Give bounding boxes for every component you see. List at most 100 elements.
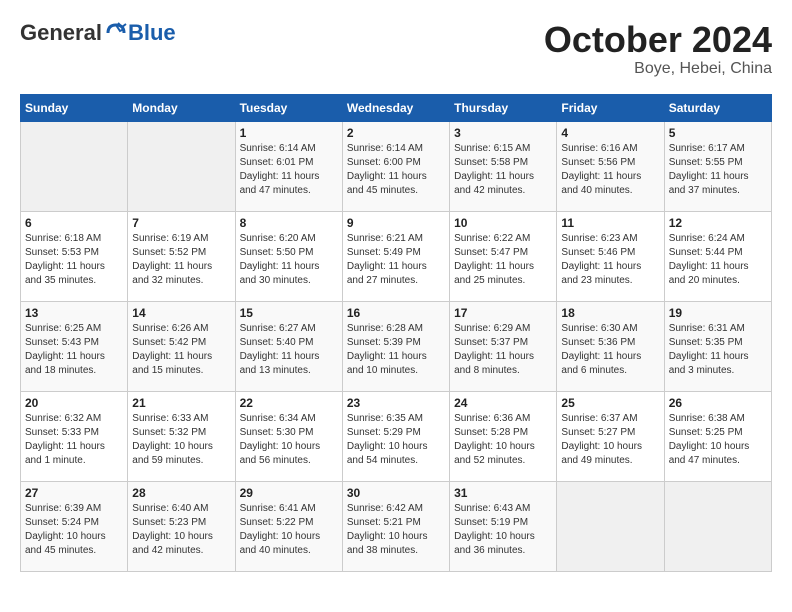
day-info: Sunrise: 6:38 AMSunset: 5:25 PMDaylight:…: [669, 412, 767, 468]
day-number: 23: [347, 396, 445, 410]
calendar-cell: 14 Sunrise: 6:26 AMSunset: 5:42 PMDayligh…: [128, 301, 235, 391]
calendar-cell: 1 Sunrise: 6:14 AMSunset: 6:01 PMDaylight…: [235, 121, 342, 211]
day-number: 25: [561, 396, 659, 410]
calendar-week-row: 20 Sunrise: 6:32 AMSunset: 5:33 PMDayligh…: [21, 391, 772, 481]
calendar-cell: 8 Sunrise: 6:20 AMSunset: 5:50 PMDaylight…: [235, 211, 342, 301]
month-title: October 2024: [544, 20, 772, 60]
calendar-cell: 29 Sunrise: 6:41 AMSunset: 5:22 PMDayligh…: [235, 481, 342, 571]
day-info: Sunrise: 6:15 AMSunset: 5:58 PMDaylight:…: [454, 142, 552, 198]
day-number: 12: [669, 216, 767, 230]
weekday-header: Thursday: [450, 94, 557, 121]
weekday-header-row: SundayMondayTuesdayWednesdayThursdayFrid…: [21, 94, 772, 121]
day-number: 30: [347, 486, 445, 500]
calendar-cell: 24Sunrise: 6:36 AMSunset: 5:28 PMDayligh…: [450, 391, 557, 481]
day-info: Sunrise: 6:26 AMSunset: 5:42 PMDaylight:…: [132, 322, 230, 378]
calendar-cell: 17 Sunrise: 6:29 AMSunset: 5:37 PMDayligh…: [450, 301, 557, 391]
calendar-cell: 27 Sunrise: 6:39 AMSunset: 5:24 PMDayligh…: [21, 481, 128, 571]
location: Boye, Hebei, China: [544, 60, 772, 78]
calendar-cell: 12 Sunrise: 6:24 AMSunset: 5:44 PMDayligh…: [664, 211, 771, 301]
day-number: 1: [240, 126, 338, 140]
day-info: Sunrise: 6:43 AMSunset: 5:19 PMDaylight:…: [454, 502, 552, 558]
calendar-cell: [557, 481, 664, 571]
logo-icon: [104, 21, 128, 45]
day-info: Sunrise: 6:31 AMSunset: 5:35 PMDaylight:…: [669, 322, 767, 378]
calendar-cell: 22 Sunrise: 6:34 AMSunset: 5:30 PMDayligh…: [235, 391, 342, 481]
calendar-table: SundayMondayTuesdayWednesdayThursdayFrid…: [20, 94, 772, 572]
day-info: Sunrise: 6:41 AMSunset: 5:22 PMDaylight:…: [240, 502, 338, 558]
calendar-week-row: 27 Sunrise: 6:39 AMSunset: 5:24 PMDayligh…: [21, 481, 772, 571]
day-number: 9: [347, 216, 445, 230]
day-number: 3: [454, 126, 552, 140]
day-info: Sunrise: 6:14 AMSunset: 6:00 PMDaylight:…: [347, 142, 445, 198]
weekday-header: Sunday: [21, 94, 128, 121]
day-info: Sunrise: 6:36 AMSunset: 5:28 PMDaylight:…: [454, 412, 552, 468]
calendar-week-row: 1 Sunrise: 6:14 AMSunset: 6:01 PMDaylight…: [21, 121, 772, 211]
day-info: Sunrise: 6:37 AMSunset: 5:27 PMDaylight:…: [561, 412, 659, 468]
day-number: 15: [240, 306, 338, 320]
day-number: 2: [347, 126, 445, 140]
calendar-cell: 6Sunrise: 6:18 AMSunset: 5:53 PMDaylight…: [21, 211, 128, 301]
calendar-cell: 4Sunrise: 6:16 AMSunset: 5:56 PMDaylight…: [557, 121, 664, 211]
day-number: 7: [132, 216, 230, 230]
calendar-cell: 10 Sunrise: 6:22 AMSunset: 5:47 PMDayligh…: [450, 211, 557, 301]
day-info: Sunrise: 6:28 AMSunset: 5:39 PMDaylight:…: [347, 322, 445, 378]
calendar-cell: 31Sunrise: 6:43 AMSunset: 5:19 PMDayligh…: [450, 481, 557, 571]
calendar-cell: 11 Sunrise: 6:23 AMSunset: 5:46 PMDayligh…: [557, 211, 664, 301]
day-info: Sunrise: 6:16 AMSunset: 5:56 PMDaylight:…: [561, 142, 659, 198]
calendar-cell: 13 Sunrise: 6:25 AMSunset: 5:43 PMDayligh…: [21, 301, 128, 391]
logo: General Blue: [20, 20, 176, 46]
day-info: Sunrise: 6:21 AMSunset: 5:49 PMDaylight:…: [347, 232, 445, 288]
calendar-cell: 30 Sunrise: 6:42 AMSunset: 5:21 PMDayligh…: [342, 481, 449, 571]
weekday-header: Wednesday: [342, 94, 449, 121]
day-number: 8: [240, 216, 338, 230]
day-info: Sunrise: 6:32 AMSunset: 5:33 PMDaylight:…: [25, 412, 123, 468]
day-info: Sunrise: 6:20 AMSunset: 5:50 PMDaylight:…: [240, 232, 338, 288]
calendar-cell: 16Sunrise: 6:28 AMSunset: 5:39 PMDayligh…: [342, 301, 449, 391]
day-number: 22: [240, 396, 338, 410]
logo-blue: Blue: [128, 20, 176, 46]
day-info: Sunrise: 6:29 AMSunset: 5:37 PMDaylight:…: [454, 322, 552, 378]
calendar-cell: 23 Sunrise: 6:35 AMSunset: 5:29 PMDayligh…: [342, 391, 449, 481]
calendar-cell: [21, 121, 128, 211]
calendar-week-row: 13 Sunrise: 6:25 AMSunset: 5:43 PMDayligh…: [21, 301, 772, 391]
day-info: Sunrise: 6:25 AMSunset: 5:43 PMDaylight:…: [25, 322, 123, 378]
calendar-cell: [664, 481, 771, 571]
day-info: Sunrise: 6:23 AMSunset: 5:46 PMDaylight:…: [561, 232, 659, 288]
title-section: October 2024 Boye, Hebei, China: [544, 20, 772, 78]
day-info: Sunrise: 6:22 AMSunset: 5:47 PMDaylight:…: [454, 232, 552, 288]
day-number: 17: [454, 306, 552, 320]
day-info: Sunrise: 6:33 AMSunset: 5:32 PMDaylight:…: [132, 412, 230, 468]
day-number: 11: [561, 216, 659, 230]
day-number: 13: [25, 306, 123, 320]
day-number: 10: [454, 216, 552, 230]
day-info: Sunrise: 6:19 AMSunset: 5:52 PMDaylight:…: [132, 232, 230, 288]
day-number: 5: [669, 126, 767, 140]
day-number: 27: [25, 486, 123, 500]
day-info: Sunrise: 6:14 AMSunset: 6:01 PMDaylight:…: [240, 142, 338, 198]
weekday-header: Saturday: [664, 94, 771, 121]
calendar-cell: 26 Sunrise: 6:38 AMSunset: 5:25 PMDayligh…: [664, 391, 771, 481]
day-info: Sunrise: 6:35 AMSunset: 5:29 PMDaylight:…: [347, 412, 445, 468]
day-number: 6: [25, 216, 123, 230]
calendar-cell: 2 Sunrise: 6:14 AMSunset: 6:00 PMDaylight…: [342, 121, 449, 211]
day-info: Sunrise: 6:39 AMSunset: 5:24 PMDaylight:…: [25, 502, 123, 558]
day-info: Sunrise: 6:42 AMSunset: 5:21 PMDaylight:…: [347, 502, 445, 558]
weekday-header: Friday: [557, 94, 664, 121]
calendar-cell: 28Sunrise: 6:40 AMSunset: 5:23 PMDayligh…: [128, 481, 235, 571]
calendar-cell: [128, 121, 235, 211]
day-number: 14: [132, 306, 230, 320]
calendar-cell: 19 Sunrise: 6:31 AMSunset: 5:35 PMDayligh…: [664, 301, 771, 391]
calendar-cell: 9 Sunrise: 6:21 AMSunset: 5:49 PMDaylight…: [342, 211, 449, 301]
day-info: Sunrise: 6:24 AMSunset: 5:44 PMDaylight:…: [669, 232, 767, 288]
day-info: Sunrise: 6:34 AMSunset: 5:30 PMDaylight:…: [240, 412, 338, 468]
calendar-cell: 20 Sunrise: 6:32 AMSunset: 5:33 PMDayligh…: [21, 391, 128, 481]
day-number: 29: [240, 486, 338, 500]
calendar-cell: 5Sunrise: 6:17 AMSunset: 5:55 PMDaylight…: [664, 121, 771, 211]
calendar-cell: 25 Sunrise: 6:37 AMSunset: 5:27 PMDayligh…: [557, 391, 664, 481]
calendar-cell: 21Sunrise: 6:33 AMSunset: 5:32 PMDayligh…: [128, 391, 235, 481]
day-info: Sunrise: 6:40 AMSunset: 5:23 PMDaylight:…: [132, 502, 230, 558]
day-number: 26: [669, 396, 767, 410]
day-info: Sunrise: 6:27 AMSunset: 5:40 PMDaylight:…: [240, 322, 338, 378]
day-number: 19: [669, 306, 767, 320]
day-number: 20: [25, 396, 123, 410]
